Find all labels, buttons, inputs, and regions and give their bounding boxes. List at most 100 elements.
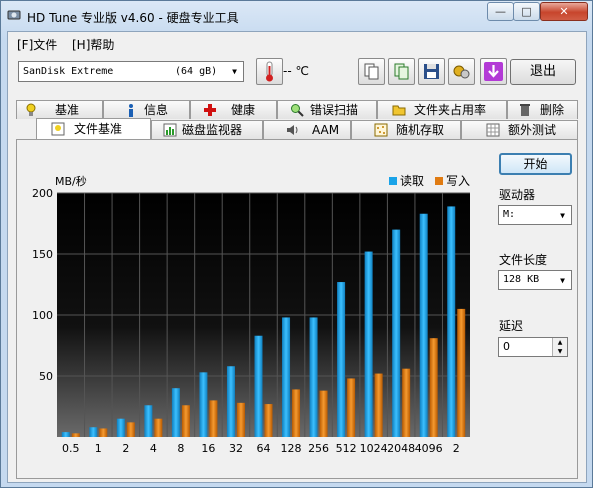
maximize-button[interactable]: □ (513, 2, 540, 21)
x-tick-label: 16 (201, 442, 215, 455)
read-bar (144, 405, 153, 437)
read-bar (61, 432, 70, 437)
tab-file-benchmark[interactable]: 文件基准 (36, 118, 151, 139)
legend-swatch (435, 177, 443, 185)
tab-folder-usage[interactable]: 文件夹占用率 (377, 100, 507, 119)
tab-random-access[interactable]: 随机存取 (351, 120, 461, 139)
y-tick-label: 150 (32, 248, 53, 261)
info-icon (129, 104, 133, 117)
tab-disk-monitor[interactable]: 磁盘监视器 (151, 120, 263, 139)
y-tick-label: 100 (32, 309, 53, 322)
dots-grid-icon (374, 123, 388, 137)
chevron-down-icon: ▼ (232, 67, 237, 76)
spin-down-icon[interactable]: ▼ (553, 347, 567, 356)
chevron-down-icon: ▼ (560, 211, 565, 220)
write-bar (126, 422, 135, 437)
x-tick-label: 256 (308, 442, 329, 455)
temperature-button[interactable] (256, 58, 283, 85)
lightbulb-doc-icon (51, 122, 65, 136)
tab-erase[interactable]: 删除 (507, 100, 578, 119)
legend-label: 读取 (400, 174, 424, 188)
file-benchmark-panel: 50 100 150 200 MB/秒 读取 写入 0.5 1 2 4 8 16 32 64 128 256 51… (16, 139, 578, 479)
tab-health[interactable]: 健康 (190, 100, 277, 119)
save-button[interactable] (418, 58, 445, 85)
read-bar (254, 335, 263, 437)
drive-label: 驱动器 (499, 188, 536, 202)
copy-button[interactable] (358, 58, 385, 85)
copy-all-button[interactable] (388, 58, 415, 85)
write-bar (209, 400, 218, 437)
start-button[interactable]: 开始 (499, 153, 572, 175)
file-length-combo[interactable]: 128 KB ▼ (498, 270, 572, 290)
trash-icon (520, 104, 530, 116)
copy-all-icon (394, 63, 409, 80)
temperature-readout: -- ℃ (283, 64, 309, 78)
red-cross-icon (204, 104, 216, 116)
tab-error-scan[interactable]: 错误扫描 (277, 100, 377, 119)
close-button[interactable]: ✕ (540, 2, 588, 21)
drive-combo[interactable]: M: ▼ (498, 205, 572, 225)
write-bar (71, 433, 80, 437)
x-tick-label: 512 (336, 442, 357, 455)
download-button[interactable] (480, 58, 507, 85)
delay-spinner[interactable]: 0 ▲ ▼ (498, 337, 568, 357)
delay-label: 延迟 (499, 319, 524, 333)
menu-help[interactable]: [H]帮助 (72, 36, 114, 53)
spinner-buttons[interactable]: ▲ ▼ (552, 338, 567, 356)
drive-name: SanDisk Extreme (23, 66, 114, 77)
tab-extra-tests[interactable]: 额外测试 (461, 120, 578, 139)
read-bar (309, 317, 318, 437)
client-area: [F]文件 [H]帮助 SanDisk Extreme (64 gB) ▼ --… (7, 31, 587, 483)
drive-dropdown[interactable]: SanDisk Extreme (64 gB) ▼ (18, 61, 244, 82)
write-bar (402, 368, 411, 437)
read-bar (171, 388, 180, 437)
file-length-label: 文件长度 (499, 253, 548, 267)
thermometer-icon (266, 61, 273, 82)
read-bar (199, 372, 208, 437)
read-bar (419, 213, 428, 437)
write-bar (319, 390, 328, 437)
read-bar (116, 418, 125, 437)
toolbar: SanDisk Extreme (64 gB) ▼ -- ℃ 退出 (8, 54, 586, 94)
x-tick-label: 128 (281, 442, 302, 455)
x-tick-label: 8 (177, 442, 184, 455)
legend-label: 写入 (446, 174, 470, 188)
spin-up-icon[interactable]: ▲ (553, 338, 567, 347)
tab-benchmark[interactable]: 基准 (16, 100, 103, 119)
write-bar (374, 373, 383, 437)
delay-value: 0 (503, 340, 510, 353)
write-bar (457, 308, 466, 437)
x-tick-label: 2 (122, 442, 129, 455)
write-bar (292, 389, 301, 437)
minimize-button[interactable]: — (487, 2, 514, 21)
app-window: HD Tune 专业版 v4.60 - 硬盘专业工具 — □ ✕ [F]文件 [… (0, 0, 593, 488)
title-bar[interactable]: HD Tune 专业版 v4.60 - 硬盘专业工具 — □ ✕ (1, 1, 592, 31)
x-tick-label: 4096 (415, 442, 443, 455)
y-tick-label: 200 (32, 187, 53, 200)
read-bar (392, 229, 401, 437)
window-title: HD Tune 专业版 v4.60 - 硬盘专业工具 (27, 11, 239, 25)
tab-row-bottom: 文件基准 磁盘监视器 AAM 随机存取 额外测试 (16, 118, 578, 139)
tab-aam[interactable]: AAM (263, 120, 351, 139)
menu-file[interactable]: [F]文件 (17, 36, 57, 53)
tab-info[interactable]: 信息 (103, 100, 190, 119)
write-bar (429, 338, 438, 437)
write-bar (264, 404, 273, 437)
benchmark-chart: 50 100 150 200MB/秒 读取 写入 0.5 1 2 4 8 16 32 64 128 256 51… (32, 174, 470, 455)
exit-button[interactable]: 退出 (510, 59, 576, 85)
copy-icon (364, 63, 379, 80)
read-bar (282, 317, 291, 437)
grid-doc-icon (486, 123, 500, 137)
read-bar (226, 366, 235, 437)
drive-combo-value: M: (503, 209, 516, 220)
tab-row-top: 基准 信息 健康 错误扫描 文件夹占用率 删除 (16, 100, 578, 119)
screenshot-icon (453, 65, 470, 79)
speaker-icon (287, 125, 298, 135)
folder-icon (392, 105, 406, 116)
x-tick-label: 0.5 (62, 442, 80, 455)
write-bar (236, 402, 245, 437)
x-tick-label: 64 (257, 442, 271, 455)
read-bar (364, 251, 373, 437)
x-tick-label: 4 (150, 442, 157, 455)
screenshot-button[interactable] (448, 58, 475, 85)
